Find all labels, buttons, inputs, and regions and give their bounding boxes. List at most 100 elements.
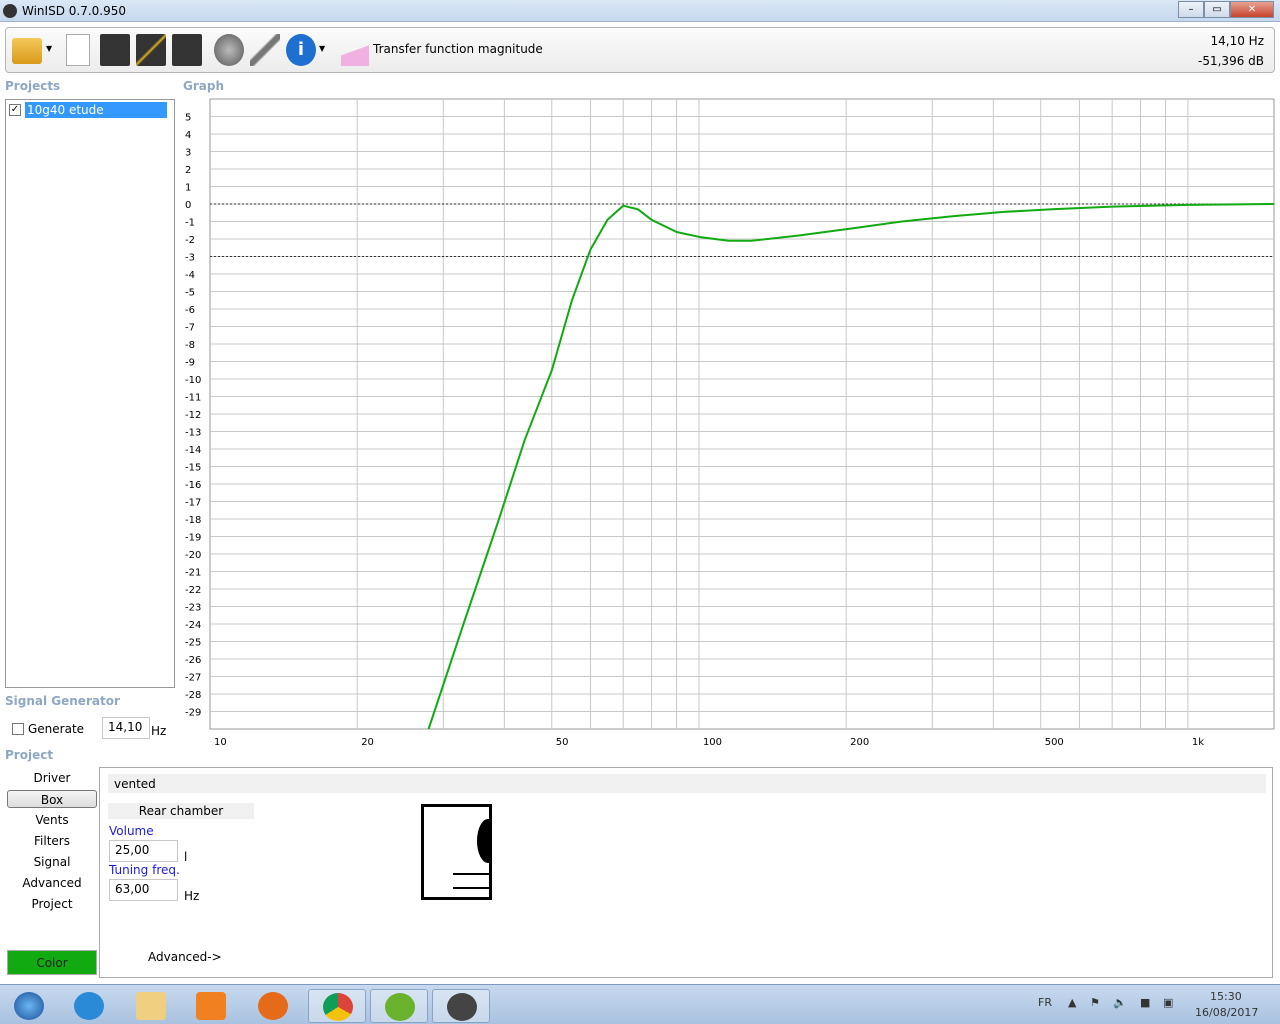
y-tick-label: -4 [185,270,195,281]
y-tick-label: 1 [185,183,191,194]
box-diagram-icon [421,804,492,900]
project-item[interactable]: ✓ 10g40 etude [9,102,167,118]
title-bar: WinISD 0.7.0.950 – ▭ ✕ [0,0,1280,22]
volume-label: Volume [109,824,154,838]
x-tick-label: 100 [703,737,722,748]
firefox-icon[interactable] [244,989,302,1023]
y-tick-label: -25 [185,638,201,649]
readout-frequency: 14,10 Hz [1210,34,1265,48]
x-tick-label: 200 [850,737,869,748]
tuning-input[interactable]: 63,00 [109,879,178,901]
y-tick-label: -2 [185,235,195,246]
signal-frequency-input[interactable]: 14,10 [102,717,150,739]
y-tick-label: -12 [185,410,201,421]
y-tick-label: -10 [185,375,201,386]
project-heading: Project [5,748,54,762]
generate-checkbox-row[interactable]: Generate [12,722,84,736]
display-icon[interactable]: ▣ [1163,996,1173,1009]
graph-type-label[interactable]: Transfer function magnitude [373,42,543,56]
projects-list: ✓ 10g40 etude [5,99,175,688]
network-icon[interactable]: ⚑ [1090,996,1100,1009]
driver-icon[interactable] [214,34,244,66]
ie-icon[interactable] [60,989,118,1023]
open-folder-icon[interactable] [12,38,42,64]
save-all-icon[interactable] [172,34,202,66]
language-indicator[interactable]: FR [1038,996,1052,1009]
graph-heading: Graph [183,79,224,93]
y-tick-label: 3 [185,148,191,159]
y-tick-label: -27 [185,673,201,684]
nav-advanced[interactable]: Advanced [7,874,97,892]
generate-checkbox[interactable] [12,723,24,735]
y-tick-label: -5 [185,288,195,299]
nav-box[interactable]: Box [7,790,97,808]
tray-expand-icon[interactable]: ▲ [1068,996,1076,1009]
signal-generator-heading: Signal Generator [5,694,120,708]
tuning-label: Tuning freq. [109,863,180,877]
new-project-icon[interactable] [66,34,90,66]
y-tick-label: -11 [185,393,201,404]
x-tick-label: 10 [214,737,227,748]
advanced-link[interactable]: Advanced-> [148,950,222,964]
nav-project[interactable]: Project [7,895,97,913]
y-tick-label: -21 [185,568,201,579]
save-as-icon[interactable] [136,34,166,66]
office-icon[interactable]: ■ [1140,996,1150,1009]
readout-db: -51,396 dB [1198,54,1264,68]
nav-signal[interactable]: Signal [7,853,97,871]
chart-svg[interactable]: 543210-1-2-3-4-5-6-7-8-9-10-11-12-13-14-… [180,95,1280,755]
graph-area[interactable]: 5 4 3 2 1 0 -1 -2 -3 -4 -5 -6 -7 -8 -9 -10 -11 -12 -13 -14-… [180,95,1280,758]
wrench-icon[interactable] [250,34,280,66]
nav-filters[interactable]: Filters [7,832,97,850]
info-dropdown-icon[interactable]: ▼ [319,44,329,76]
save-icon[interactable] [100,34,130,66]
toolbar: ▼ i ▼ Transfer function magnitude 14,10 … [5,27,1275,73]
y-tick-label: -1 [185,218,195,229]
info-icon[interactable]: i [286,34,316,66]
nav-driver[interactable]: Driver [7,769,97,787]
maximize-button[interactable]: ▭ [1204,1,1230,18]
project-name[interactable]: 10g40 etude [25,102,167,118]
y-tick-label: 2 [185,165,191,176]
y-tick-label: -15 [185,463,201,474]
minimize-button[interactable]: – [1178,1,1204,18]
projects-heading: Projects [5,79,61,93]
y-tick-label: -18 [185,515,201,526]
utorrent-icon[interactable] [370,989,428,1023]
y-tick-label: 0 [185,200,191,211]
nav-vents[interactable]: Vents [7,811,97,829]
y-tick-label: -6 [185,305,195,316]
y-tick-label: -29 [185,708,201,719]
box-type-select[interactable]: vented [108,774,1266,793]
volume-unit: l [184,850,188,864]
y-tick-label: -9 [185,358,195,369]
y-tick-label: -28 [185,690,201,701]
y-tick-label: -13 [185,428,201,439]
clock-time[interactable]: 15:30 [1210,990,1242,1003]
window-title: WinISD 0.7.0.950 [22,4,127,18]
project-checkbox[interactable]: ✓ [9,104,21,116]
explorer-icon[interactable] [122,989,180,1023]
y-tick-label: 4 [185,130,191,141]
x-tick-label: 1k [1192,737,1204,748]
y-tick-label: -23 [185,603,201,614]
y-tick-label: -22 [185,585,201,596]
media-player-icon[interactable] [182,989,240,1023]
color-button[interactable]: Color [7,950,97,975]
start-button[interactable] [0,989,58,1023]
graph-type-icon[interactable] [341,34,369,66]
y-tick-label: -26 [185,655,201,666]
y-tick-label: -7 [185,323,195,334]
volume-icon[interactable]: 🔈 [1113,996,1127,1009]
y-tick-label: 5 [185,113,191,124]
open-dropdown-icon[interactable]: ▼ [46,44,56,76]
winisd-icon[interactable] [432,989,490,1023]
y-tick-label: -8 [185,340,195,351]
x-tick-label: 50 [556,737,569,748]
clock-date[interactable]: 16/08/2017 [1195,1006,1258,1019]
volume-input[interactable]: 25,00 [109,840,178,862]
close-button[interactable]: ✕ [1230,1,1274,18]
chrome-icon[interactable] [308,989,366,1023]
y-tick-label: -16 [185,480,201,491]
y-tick-label: -20 [185,550,201,561]
